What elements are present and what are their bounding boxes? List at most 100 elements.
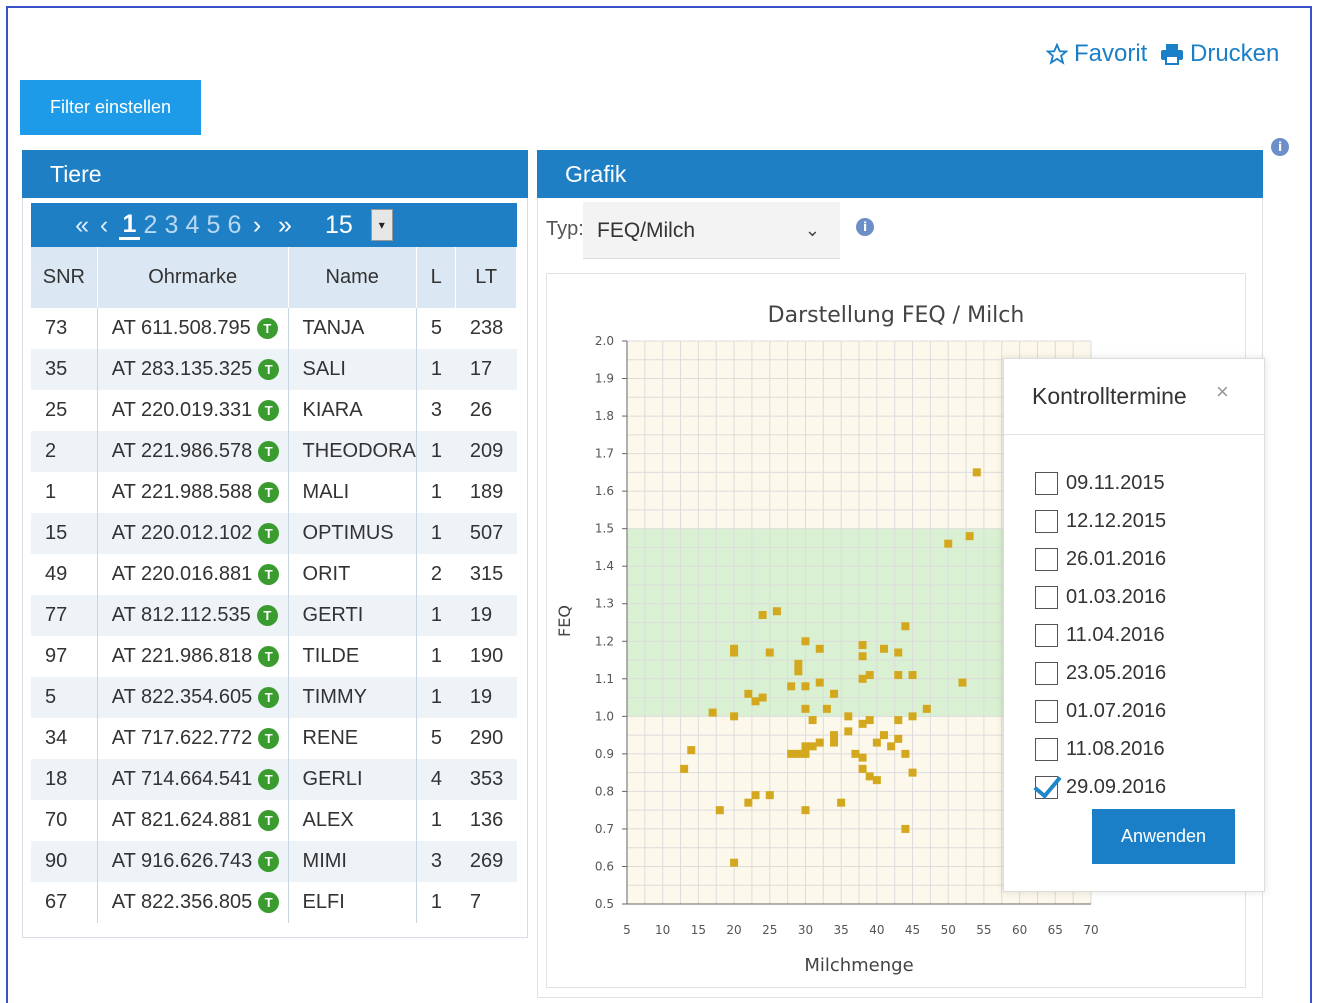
table-row[interactable]: 90 AT 916.626.743 T MIMI 3 269 <box>31 841 517 882</box>
col-snr[interactable]: SNR <box>31 247 98 308</box>
checkbox[interactable] <box>1035 624 1058 647</box>
table-row[interactable]: 35 AT 283.135.325 T SALI 1 17 <box>31 349 517 390</box>
tag-icon[interactable]: T <box>258 441 280 462</box>
data-point <box>865 716 874 725</box>
col-name[interactable]: Name <box>288 247 417 308</box>
data-point <box>872 776 881 785</box>
apply-button[interactable]: Anwenden <box>1092 809 1235 864</box>
data-point <box>758 610 767 619</box>
tag-icon[interactable]: T <box>258 810 280 831</box>
col-l[interactable]: L <box>416 247 457 308</box>
checkbox[interactable] <box>1035 738 1058 761</box>
y-tick-label: 1.9 <box>595 372 614 386</box>
page-3[interactable]: 3 <box>161 211 182 240</box>
chart-title: Darstellung FEQ / Milch <box>768 303 1025 328</box>
cell-name: ELFI <box>288 882 417 923</box>
typ-select[interactable]: FEQ/Milch ⌄ <box>583 202 840 259</box>
tag-icon[interactable]: T <box>258 359 280 380</box>
tag-icon[interactable]: T <box>258 851 280 872</box>
tag-icon[interactable]: T <box>258 523 280 544</box>
page-5[interactable]: 5 <box>203 211 224 240</box>
date-option[interactable]: 09.11.2015 <box>1035 472 1165 495</box>
page-size-value: 15 <box>325 210 353 239</box>
tag-icon[interactable]: T <box>258 400 280 421</box>
favorite-link[interactable]: Favorit <box>1046 40 1147 68</box>
date-option[interactable]: 26.01.2016 <box>1035 548 1166 571</box>
data-point <box>801 806 810 815</box>
date-option[interactable]: 01.03.2016 <box>1035 586 1166 609</box>
checkbox[interactable] <box>1035 510 1058 533</box>
col-lt[interactable]: LT <box>455 247 517 308</box>
next-page-icon[interactable]: › <box>245 211 269 240</box>
date-option[interactable]: 11.08.2016 <box>1035 738 1165 761</box>
data-point <box>894 671 903 680</box>
checkbox[interactable] <box>1035 548 1058 571</box>
tag-icon[interactable]: T <box>258 728 280 749</box>
tag-icon[interactable]: T <box>258 646 280 667</box>
y-tick-label: 1.6 <box>595 484 614 498</box>
table-row[interactable]: 97 AT 221.986.818 T TILDE 1 190 <box>31 636 517 677</box>
table-row[interactable]: 77 AT 812.112.535 T GERTI 1 19 <box>31 595 517 636</box>
table-row[interactable]: 5 AT 822.354.605 T TIMMY 1 19 <box>31 677 517 718</box>
table-row[interactable]: 2 AT 221.986.578 T THEODORA 1 209 <box>31 431 517 472</box>
last-page-icon[interactable]: » <box>269 211 301 240</box>
tag-icon[interactable]: T <box>256 605 278 626</box>
table-row[interactable]: 73 AT 611.508.795 T TANJA 5 238 <box>31 308 517 349</box>
cell-snr: 18 <box>31 759 98 800</box>
tag-icon[interactable]: T <box>258 564 280 585</box>
tag-icon[interactable]: T <box>258 769 280 790</box>
checkbox[interactable] <box>1035 776 1058 799</box>
print-link[interactable]: Drucken <box>1160 40 1279 68</box>
checkbox[interactable] <box>1035 700 1058 723</box>
date-option[interactable]: 01.07.2016 <box>1035 700 1166 723</box>
date-option[interactable]: 23.05.2016 <box>1035 662 1166 685</box>
page-4[interactable]: 4 <box>182 211 203 240</box>
page-size-dropdown[interactable]: ▾ <box>370 209 393 241</box>
cell-name: OPTIMUS <box>288 513 417 554</box>
page-2[interactable]: 2 <box>140 211 161 240</box>
first-page-icon[interactable]: « <box>31 211 89 240</box>
table-row[interactable]: 70 AT 821.624.881 T ALEX 1 136 <box>31 800 517 841</box>
date-label: 11.08.2016 <box>1066 738 1165 760</box>
cell-lt: 189 <box>469 481 504 503</box>
date-option[interactable]: 12.12.2015 <box>1035 510 1166 533</box>
ohrmarke-text: AT 717.622.772 <box>111 727 253 749</box>
page-6[interactable]: 6 <box>224 211 245 240</box>
checkbox[interactable] <box>1035 662 1058 685</box>
tag-icon[interactable]: T <box>256 318 278 339</box>
prev-page-icon[interactable]: ‹ <box>89 211 119 240</box>
date-option[interactable]: 29.09.2016 <box>1035 776 1166 799</box>
y-tick-label: 0.9 <box>595 747 614 761</box>
tag-icon[interactable]: T <box>258 687 280 708</box>
cell-name: TIMMY <box>288 677 417 718</box>
data-point <box>844 727 853 736</box>
table-row[interactable]: 67 AT 822.356.805 T ELFI 1 7 <box>31 882 517 923</box>
cell-snr: 49 <box>31 554 98 595</box>
checkbox[interactable] <box>1035 472 1058 495</box>
table-row[interactable]: 49 AT 220.016.881 T ORIT 2 315 <box>31 554 517 595</box>
tag-icon[interactable]: T <box>258 892 280 913</box>
col-ohrmarke[interactable]: Ohrmarke <box>97 247 289 308</box>
close-icon[interactable]: × <box>1216 379 1229 405</box>
data-point <box>730 644 739 653</box>
data-point <box>887 742 896 751</box>
table-row[interactable]: 15 AT 220.012.102 T OPTIMUS 1 507 <box>31 513 517 554</box>
info-icon[interactable]: i <box>1271 138 1289 156</box>
typ-info-icon[interactable]: i <box>856 218 874 236</box>
filter-button[interactable]: Filter einstellen <box>20 80 201 135</box>
y-tick-label: 0.5 <box>595 897 614 911</box>
table-row[interactable]: 1 AT 221.988.588 T MALI 1 189 <box>31 472 517 513</box>
checkbox[interactable] <box>1035 586 1058 609</box>
page-1[interactable]: 1 <box>119 211 140 240</box>
data-point <box>801 704 810 713</box>
table-row[interactable]: 34 AT 717.622.772 T RENE 5 290 <box>31 718 517 759</box>
date-option[interactable]: 11.04.2016 <box>1035 624 1165 647</box>
tag-icon[interactable]: T <box>258 482 280 503</box>
table-row[interactable]: 18 AT 714.664.541 T GERLI 4 353 <box>31 759 517 800</box>
table-row[interactable]: 25 AT 220.019.331 T KIARA 3 26 <box>31 390 517 431</box>
cell-l: 1 <box>416 431 456 472</box>
cell-lt: 353 <box>455 759 517 800</box>
data-point <box>830 738 839 747</box>
cell-ohrmarke: AT 611.508.795 T <box>97 308 289 349</box>
ohrmarke-text: AT 916.626.743 <box>111 850 253 872</box>
